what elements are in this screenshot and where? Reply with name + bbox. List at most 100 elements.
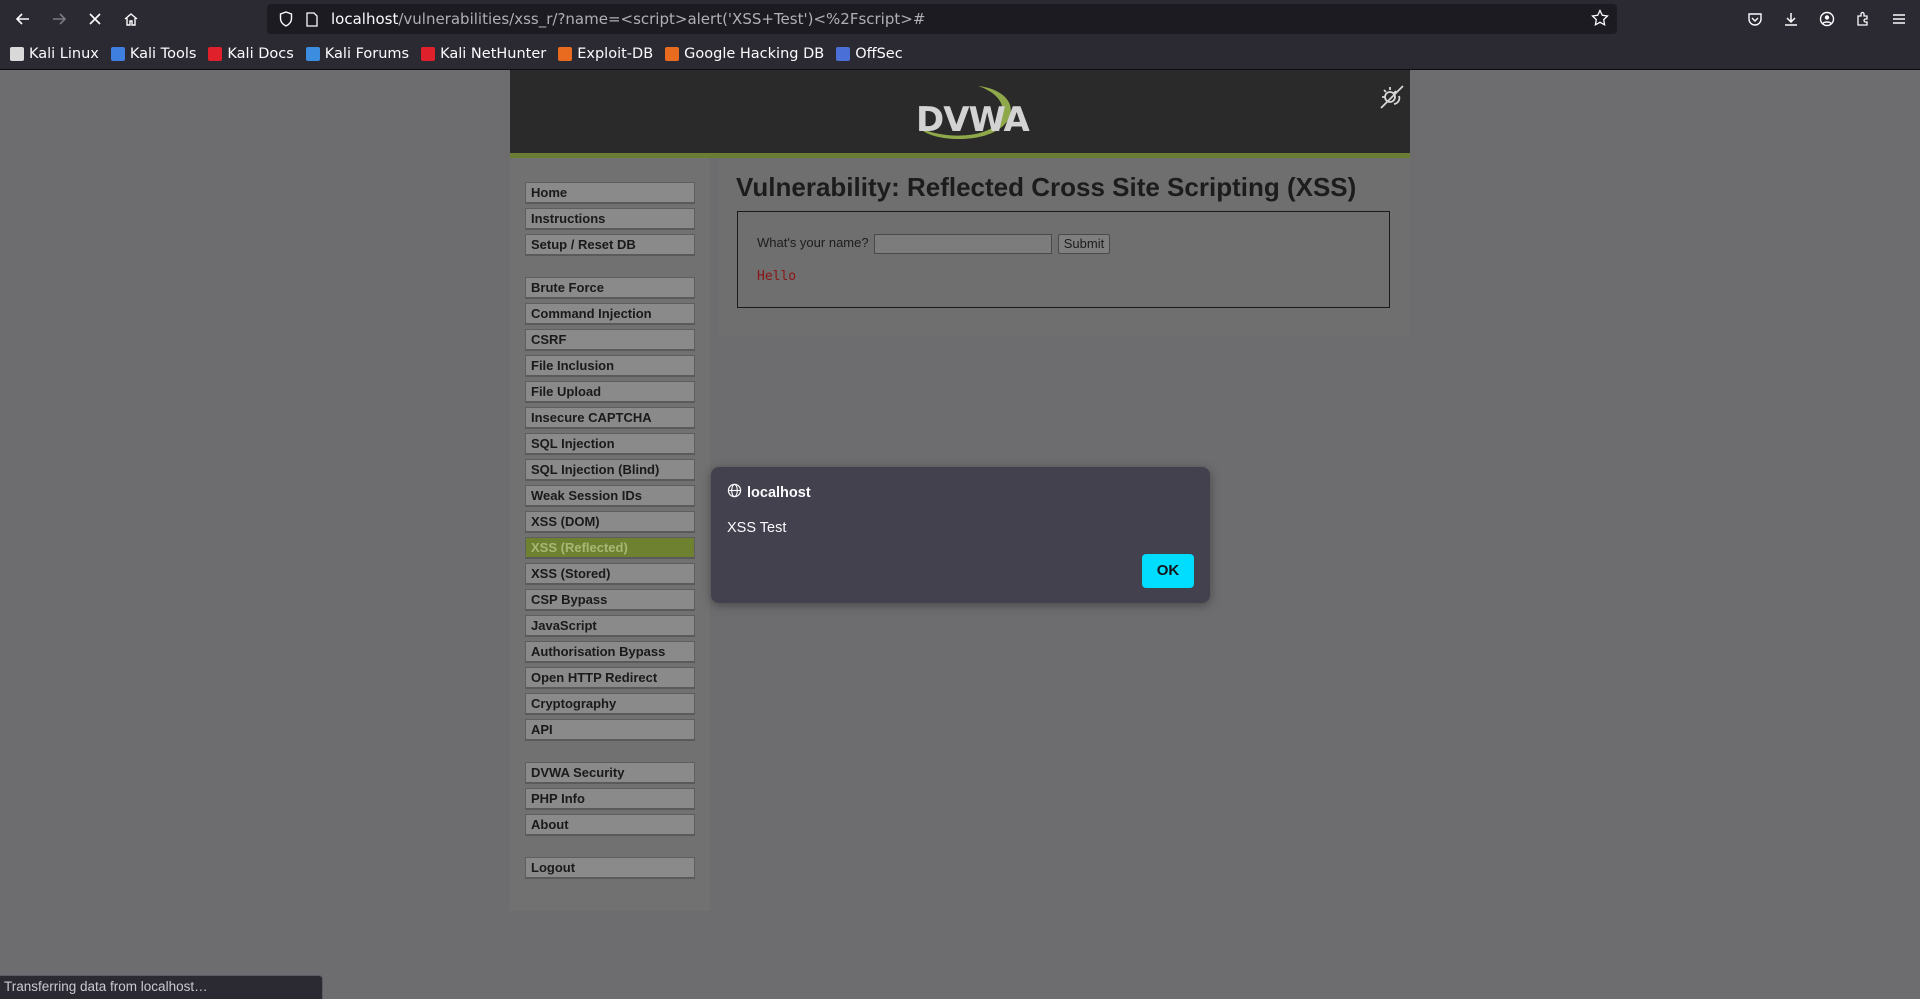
- dialog-origin: localhost: [747, 484, 811, 501]
- ghdb-icon: [665, 46, 680, 61]
- theme-toggle-icon[interactable]: [1378, 82, 1406, 114]
- menu-item-php-info[interactable]: PHP Info: [525, 788, 695, 810]
- menu-item-sql-injection-blind[interactable]: SQL Injection (Blind): [525, 459, 695, 481]
- page-title: Vulnerability: Reflected Cross Site Scri…: [736, 172, 1357, 202]
- menu-item-label: Cryptography: [531, 696, 617, 711]
- home-icon[interactable]: [116, 4, 146, 34]
- vulnerable-code-area: What's your name? Submit Hello: [737, 211, 1390, 308]
- bookmark-label: Kali Tools: [129, 45, 197, 62]
- nethunter-icon: [421, 46, 436, 61]
- url-text[interactable]: localhost/vulnerabilities/xss_r/?name=<s…: [331, 10, 925, 28]
- menu-item-label: Open HTTP Redirect: [531, 670, 658, 685]
- address-bar[interactable]: localhost/vulnerabilities/xss_r/?name=<s…: [267, 4, 1617, 34]
- alert-dialog: localhost XSS Test OK: [711, 467, 1210, 603]
- name-label: What's your name?: [757, 235, 869, 250]
- bookmark-item[interactable]: OffSec: [836, 46, 903, 62]
- menu-item-xss-stored[interactable]: XSS (Stored): [525, 563, 695, 585]
- menu-item-label: DVWA Security: [531, 765, 625, 780]
- menu-item-label: Weak Session IDs: [531, 488, 643, 503]
- menu-icon[interactable]: [1884, 4, 1914, 34]
- sidebar-menu: Home Instructions Setup / Reset DB Brute Fo…: [510, 158, 710, 911]
- menu-item-label: About: [531, 817, 569, 832]
- bookmark-star-icon[interactable]: [1591, 8, 1609, 31]
- pocket-icon[interactable]: [1740, 4, 1770, 34]
- url-path: /vulnerabilities/xss_r/?name=<script>ale…: [398, 10, 926, 28]
- output-text: Hello: [757, 269, 797, 284]
- menu-item-label: File Inclusion: [531, 358, 615, 373]
- menu-item-cryptography[interactable]: Cryptography: [525, 693, 695, 715]
- menu-item-insecure-captcha[interactable]: Insecure CAPTCHA: [525, 407, 695, 429]
- menu-item-dvwa-security[interactable]: DVWA Security: [525, 762, 695, 784]
- menu-item-file-upload[interactable]: File Upload: [525, 381, 695, 403]
- bookmark-label: Kali Forums: [324, 45, 410, 62]
- menu-item-weak-session-ids[interactable]: Weak Session IDs: [525, 485, 695, 507]
- menu-item-xss-reflected[interactable]: XSS (Reflected): [525, 537, 695, 559]
- bookmark-label: Kali NetHunter: [440, 45, 547, 62]
- bookmark-item[interactable]: Google Hacking DB: [665, 46, 824, 62]
- menu-item-javascript[interactable]: JavaScript: [525, 615, 695, 637]
- menu-item-about[interactable]: About: [525, 814, 695, 836]
- account-icon[interactable]: [1812, 4, 1842, 34]
- menu-item-open-http-redirect[interactable]: Open HTTP Redirect: [525, 667, 695, 689]
- menu-item-label: Brute Force: [531, 280, 604, 295]
- logo-text: DVWA: [916, 100, 1030, 140]
- menu-item-command-injection[interactable]: Command Injection: [525, 303, 695, 325]
- menu-item-api[interactable]: API: [525, 719, 695, 741]
- back-arrow-icon[interactable]: [8, 4, 38, 34]
- ok-button[interactable]: OK: [1142, 554, 1194, 588]
- kali-docs-icon: [208, 46, 223, 61]
- menu-item-label: Command Injection: [531, 306, 652, 321]
- menu-item-label: Logout: [531, 860, 576, 875]
- dvwa-logo: DVWA: [900, 80, 1030, 150]
- browser-toolbar: localhost/vulnerabilities/xss_r/?name=<s…: [0, 0, 1920, 38]
- menu-item-label: SQL Injection (Blind): [531, 462, 660, 477]
- bookmark-label: Google Hacking DB: [684, 45, 825, 62]
- shield-icon[interactable]: [273, 4, 299, 34]
- forward-arrow-icon[interactable]: [44, 4, 74, 34]
- bookmark-label: OffSec: [855, 45, 903, 62]
- name-input[interactable]: [874, 234, 1052, 254]
- kali-tools-icon: [110, 46, 125, 61]
- menu-item-label: API: [531, 722, 553, 737]
- menu-item-authorisation-bypass[interactable]: Authorisation Bypass: [525, 641, 695, 663]
- menu-item-label: Insecure CAPTCHA: [531, 410, 652, 425]
- bookmark-item[interactable]: Kali Linux: [10, 46, 99, 62]
- bookmark-label: Kali Docs: [227, 45, 294, 62]
- menu-item-sql-injection[interactable]: SQL Injection: [525, 433, 695, 455]
- menu-item-csrf[interactable]: CSRF: [525, 329, 695, 351]
- menu-item-label: Authorisation Bypass: [531, 644, 666, 659]
- bookmark-label: Kali Linux: [29, 45, 99, 62]
- menu-item-label: File Upload: [531, 384, 602, 399]
- bookmark-item[interactable]: Exploit-DB: [558, 46, 653, 62]
- dialog-header: localhost: [727, 483, 811, 502]
- bookmark-item[interactable]: Kali Docs: [208, 45, 294, 62]
- menu-item-label: XSS (Reflected): [531, 540, 628, 555]
- bookmark-item[interactable]: Kali Forums: [305, 45, 410, 62]
- bookmarks-bar: Kali Linux Kali Tools Kali Docs Kali Forums…: [0, 38, 1920, 70]
- menu-item-home[interactable]: Home: [525, 182, 695, 204]
- bookmark-item[interactable]: Kali NetHunter: [421, 46, 546, 62]
- menu-item-logout[interactable]: Logout: [525, 857, 695, 879]
- exploit-db-icon: [558, 46, 573, 61]
- menu-item-file-inclusion[interactable]: File Inclusion: [525, 355, 695, 377]
- url-host: localhost: [331, 10, 399, 28]
- menu-item-xss-dom[interactable]: XSS (DOM): [525, 511, 695, 533]
- menu-item-setup-reset-db[interactable]: Setup / Reset DB: [525, 234, 695, 256]
- menu-item-csp-bypass[interactable]: CSP Bypass: [525, 589, 695, 611]
- bookmark-label: Exploit-DB: [577, 45, 654, 62]
- main-content: Vulnerability: Reflected Cross Site Scri…: [718, 158, 1410, 336]
- submit-button[interactable]: Submit: [1058, 234, 1110, 254]
- menu-item-label: PHP Info: [531, 791, 585, 806]
- globe-icon: [727, 483, 742, 502]
- download-icon[interactable]: [1776, 4, 1806, 34]
- menu-item-label: XSS (Stored): [531, 566, 611, 581]
- menu-item-label: Instructions: [531, 211, 606, 226]
- bookmark-item[interactable]: Kali Tools: [110, 45, 197, 62]
- menu-item-instructions[interactable]: Instructions: [525, 208, 695, 230]
- menu-item-brute-force[interactable]: Brute Force: [525, 277, 695, 299]
- page-icon[interactable]: [299, 4, 325, 34]
- extensions-icon[interactable]: [1848, 4, 1878, 34]
- kali-forums-icon: [305, 46, 320, 61]
- stop-loading-icon[interactable]: [80, 4, 110, 34]
- menu-item-label: XSS (DOM): [531, 514, 600, 529]
